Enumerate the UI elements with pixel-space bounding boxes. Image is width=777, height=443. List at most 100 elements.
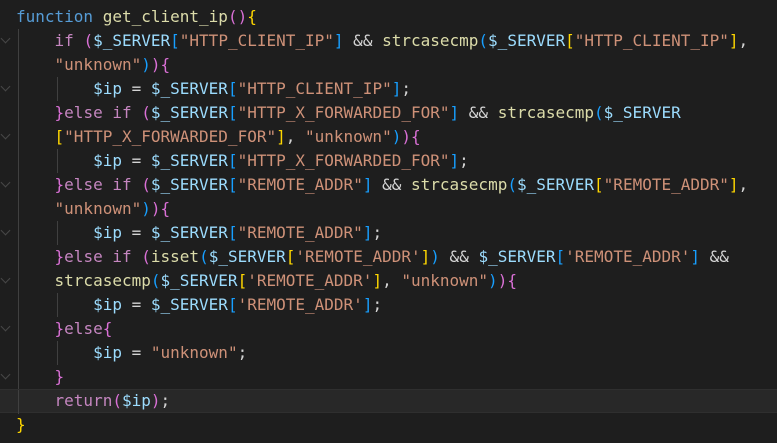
code-token: { [410,127,421,146]
code-token: ) [391,127,402,146]
code-line[interactable]: $ip = $_SERVER["HTTP_X_FORWARDED_FOR"]; [0,149,777,173]
code-token: ) [141,199,151,218]
code-token: ] [276,127,286,146]
code-token: $_SERVER [208,247,286,266]
code-token: [ [54,127,65,146]
code-line[interactable]: if ($_SERVER["HTTP_CLIENT_IP"] && strcas… [0,29,777,53]
code-token: if [112,103,132,122]
code-token: else [64,175,103,194]
code-token: ( [199,247,209,266]
code-token: ) [430,247,440,266]
code-line[interactable]: return($ip); [0,389,777,414]
code-editor[interactable]: function get_client_ip(){ if ($_SERVER["… [0,0,777,443]
code-token: ] [333,31,344,50]
code-token: "HTTP_CLIENT_IP" [574,31,729,50]
code-token: && [700,247,729,266]
code-token: 'REMOTE_ADDR' [237,295,363,314]
code-token: strcasecmp [497,103,595,122]
code-token: [ [594,175,604,194]
code-token: { [102,319,113,338]
code-token: } [16,415,26,434]
code-line[interactable]: } [0,413,777,437]
code-token: [ [555,247,566,266]
code-token: if [112,247,132,266]
code-token: , [382,271,402,290]
code-token: ; [237,343,248,362]
code-line[interactable]: }else if (isset($_SERVER['REMOTE_ADDR'])… [0,245,777,269]
code-token: ; [459,151,469,170]
code-token: [ [227,79,238,98]
code-token: , [285,127,305,146]
code-line[interactable]: $ip = $_SERVER["HTTP_CLIENT_IP"]; [0,77,777,101]
indent-guide [56,77,58,101]
code-token: ) [150,391,161,410]
code-token: ( [594,103,604,122]
code-token: ( [478,31,489,50]
code-line[interactable]: "unknown")){ [0,197,777,221]
code-token: ] [449,103,460,122]
code-token: "unknown" [54,199,142,218]
code-line[interactable]: }else if ($_SERVER["HTTP_X_FORWARDED_FOR… [0,101,777,125]
code-token: ] [391,79,402,98]
code-token: isset [150,247,200,266]
code-token: "REMOTE_ADDR" [237,175,363,194]
code-token: ] [728,31,739,50]
code-token: $_SERVER [488,31,566,50]
code-token: } [54,175,65,194]
indent-guide [18,341,19,365]
indent-guide [18,77,19,101]
code-token: [ [565,31,575,50]
code-token: $_SERVER [150,295,228,314]
code-token: ; [401,79,411,98]
code-token: { [160,55,171,74]
code-line[interactable]: } [0,365,777,389]
indent-guide [18,149,19,173]
code-token: ; [372,295,383,314]
code-token: && [372,175,411,194]
code-token: else [64,319,103,338]
code-token: function [16,7,94,26]
code-token: "HTTP_CLIENT_IP" [237,79,392,98]
code-line[interactable]: $ip = $_SERVER['REMOTE_ADDR']; [0,293,777,317]
code-token: "REMOTE_ADDR" [237,223,363,242]
code-line[interactable]: function get_client_ip(){ [0,5,777,29]
code-line[interactable]: strcasecmp($_SERVER['REMOTE_ADDR'], "unk… [0,269,777,293]
indent-guide [18,293,19,317]
code-line[interactable]: ["HTTP_X_FORWARDED_FOR"], "unknown")){ [0,125,777,149]
code-line[interactable]: $ip = $_SERVER["REMOTE_ADDR"]; [0,221,777,245]
code-token: [ [227,295,238,314]
code-token: ( [112,391,122,410]
code-area[interactable]: function get_client_ip(){ if ($_SERVER["… [0,0,777,443]
code-line[interactable]: }else{ [0,317,777,341]
code-token: = [121,343,151,362]
code-token: $_SERVER [516,175,595,194]
code-line[interactable]: "unknown")){ [0,53,777,77]
indent-guide [18,269,19,293]
code-token: { [160,199,171,218]
code-token: = [121,79,151,98]
code-line[interactable]: $ip = "unknown"; [0,341,777,365]
indent-guide [18,53,19,77]
code-token: && [343,31,383,50]
code-token: ( [83,31,94,50]
indent-guide [18,221,19,245]
indent-guide [18,125,19,149]
code-token: 'REMOTE_ADDR' [295,247,421,266]
code-line[interactable]: }else if ($_SERVER["REMOTE_ADDR"] && str… [0,173,777,197]
code-token: } [54,319,65,338]
code-token: } [54,247,65,266]
code-token: = [121,223,151,242]
